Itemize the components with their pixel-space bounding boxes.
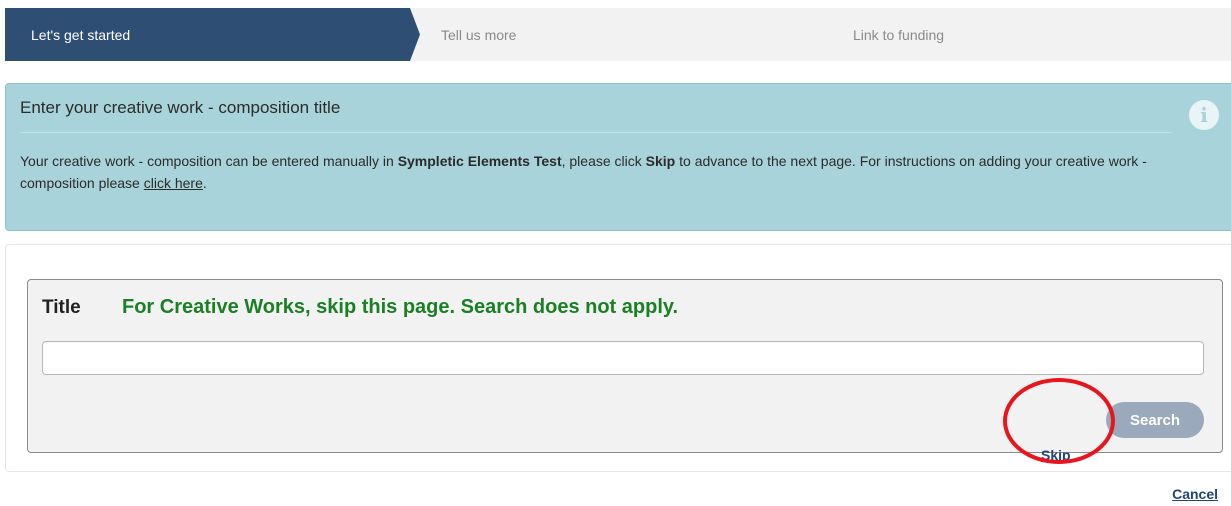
step-link-to-funding[interactable]: Link to funding	[823, 8, 1231, 61]
system-name: Sympletic Elements Test	[397, 153, 562, 169]
step-label: Tell us more	[441, 26, 517, 43]
skip-word: Skip	[645, 153, 676, 169]
info-panel-title: Enter your creative work - composition t…	[20, 98, 341, 117]
step-lets-get-started[interactable]: Let's get started	[5, 8, 420, 61]
info-panel-text: Your creative work - composition can be …	[20, 150, 1180, 194]
search-box: Title For Creative Works, skip this page…	[27, 279, 1223, 463]
info-panel: Enter your creative work - composition t…	[5, 83, 1231, 231]
title-note: For Creative Works, skip this page. Sear…	[122, 296, 679, 318]
search-button[interactable]: Search	[1106, 402, 1204, 438]
step-label: Let's get started	[31, 26, 131, 43]
step-tell-us-more[interactable]: Tell us more	[410, 8, 833, 61]
instructions-link[interactable]: click here	[144, 175, 203, 191]
info-icon: i	[1189, 100, 1219, 130]
title-input[interactable]	[42, 341, 1204, 375]
search-card: Title For Creative Works, skip this page…	[5, 244, 1231, 472]
divider	[20, 132, 1172, 133]
cancel-link[interactable]: Cancel	[1172, 486, 1218, 502]
info-text-part: Your creative work - composition can be …	[20, 153, 398, 169]
skip-button[interactable]: Skip	[1041, 447, 1071, 463]
progress-steps: Let's get started Tell us more Link to f…	[5, 8, 1231, 61]
step-label: Link to funding	[853, 26, 945, 43]
info-text-part: , please click	[561, 153, 646, 169]
info-text-part: .	[202, 175, 207, 191]
title-label: Title	[42, 297, 81, 318]
